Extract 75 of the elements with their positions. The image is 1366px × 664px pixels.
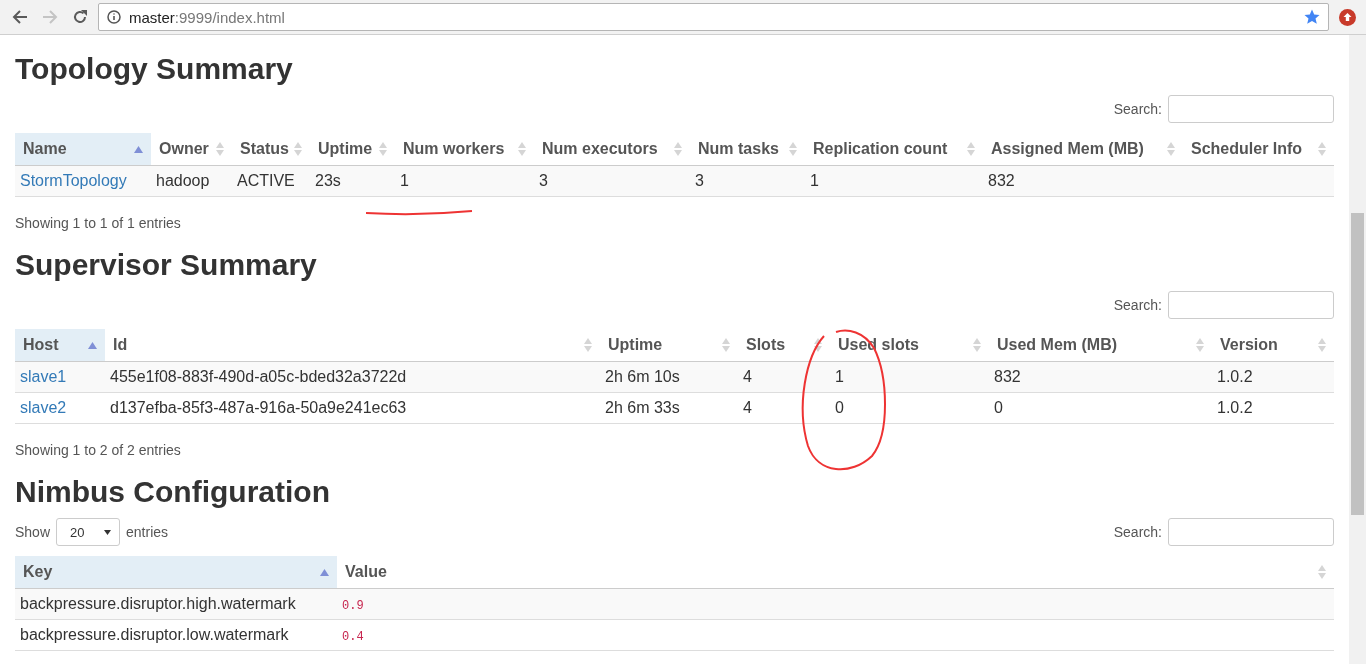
sort-icon: [1318, 565, 1326, 579]
scrollbar[interactable]: [1349, 35, 1366, 664]
table-cell: 3: [695, 172, 704, 189]
search-field[interactable]: [1168, 518, 1334, 546]
sort-icon: [967, 142, 975, 156]
table-cell: 3: [539, 172, 548, 189]
sort-icon: [294, 142, 302, 156]
table-cell: backpressure.disruptor.low.watermark: [20, 626, 289, 643]
sort-icon: [584, 338, 592, 352]
show-label: Show: [15, 524, 51, 540]
search-label: Search:: [1113, 297, 1162, 313]
sort-icon: [814, 338, 822, 352]
table-cell: 832: [988, 172, 1015, 189]
address-bar[interactable]: master:9999/index.html: [98, 3, 1329, 31]
table-cell: ACTIVE: [237, 172, 295, 189]
entries-select[interactable]: 20: [56, 518, 121, 546]
table-cell: d137efba-85f3-487a-916a-50a9e241ec63: [110, 399, 407, 416]
search-label: Search:: [1113, 524, 1162, 540]
table-cell: backpressure.disruptor.high.watermark: [20, 595, 296, 612]
table-cell: 23s: [315, 172, 341, 189]
search-field[interactable]: [1168, 291, 1334, 319]
info-icon: [107, 10, 121, 24]
search-label: Search:: [1113, 101, 1162, 117]
table-cell: 0: [835, 399, 844, 416]
table-cell: 2h 6m 10s: [605, 368, 680, 385]
sort-icon: [518, 142, 526, 156]
column-header[interactable]: Value: [337, 556, 1334, 589]
star-icon[interactable]: [1304, 9, 1320, 25]
table-cell: 1.0.2: [1217, 368, 1253, 385]
table-cell: 832: [994, 368, 1021, 385]
sort-ascending-icon: [134, 145, 143, 153]
sort-icon: [789, 142, 797, 156]
table-cell: 2h 6m 33s: [605, 399, 680, 416]
forward-arrow-icon: [42, 9, 58, 25]
table-cell: 1.0.2: [1217, 399, 1253, 416]
extension-upload-icon[interactable]: [1339, 8, 1356, 26]
table-cell: 1: [835, 368, 844, 385]
search-field[interactable]: [1168, 95, 1334, 123]
column-header[interactable]: Owner: [151, 133, 232, 166]
sort-icon: [1167, 142, 1175, 156]
sort-icon: [379, 142, 387, 156]
entries-info: Showing 1 to 1 of 1 entries: [15, 215, 182, 231]
sort-icon: [1318, 142, 1326, 156]
table-cell: 4: [743, 399, 752, 416]
column-header[interactable]: Host: [15, 329, 105, 362]
section-heading: Supervisor Summary: [15, 247, 318, 283]
section-heading: Topology Summary: [15, 51, 294, 87]
sort-ascending-icon: [320, 568, 329, 576]
table-cell: 4: [743, 368, 752, 385]
sort-icon: [216, 142, 224, 156]
table-link[interactable]: slave2: [20, 399, 67, 416]
entries-label: entries: [126, 524, 169, 540]
sort-icon: [674, 142, 682, 156]
table-cell: 455e1f08-883f-490d-a05c-bded32a3722d: [110, 368, 407, 385]
column-header[interactable]: Name: [15, 133, 151, 166]
column-header[interactable]: Key: [15, 556, 337, 589]
url-path: :9999/index.html: [174, 8, 285, 26]
table-cell: 1: [400, 172, 409, 189]
reload-icon: [72, 9, 88, 25]
entries-info: Showing 1 to 2 of 2 entries: [15, 442, 182, 458]
sort-ascending-icon: [88, 341, 97, 349]
table-cell: 1: [810, 172, 819, 189]
sort-icon: [973, 338, 981, 352]
config-value: 0.9: [342, 599, 364, 613]
sort-icon: [1318, 338, 1326, 352]
table-cell: hadoop: [156, 172, 210, 189]
back-arrow-icon: [12, 9, 28, 25]
sort-icon: [1196, 338, 1204, 352]
table-cell: 0: [994, 399, 1003, 416]
config-value: 0.4: [342, 630, 364, 644]
url-host: master: [129, 8, 175, 26]
section-heading: Nimbus Configuration: [15, 474, 331, 510]
dropdown-caret-icon: [104, 529, 112, 535]
column-header[interactable]: Id: [105, 329, 600, 362]
sort-icon: [722, 338, 730, 352]
